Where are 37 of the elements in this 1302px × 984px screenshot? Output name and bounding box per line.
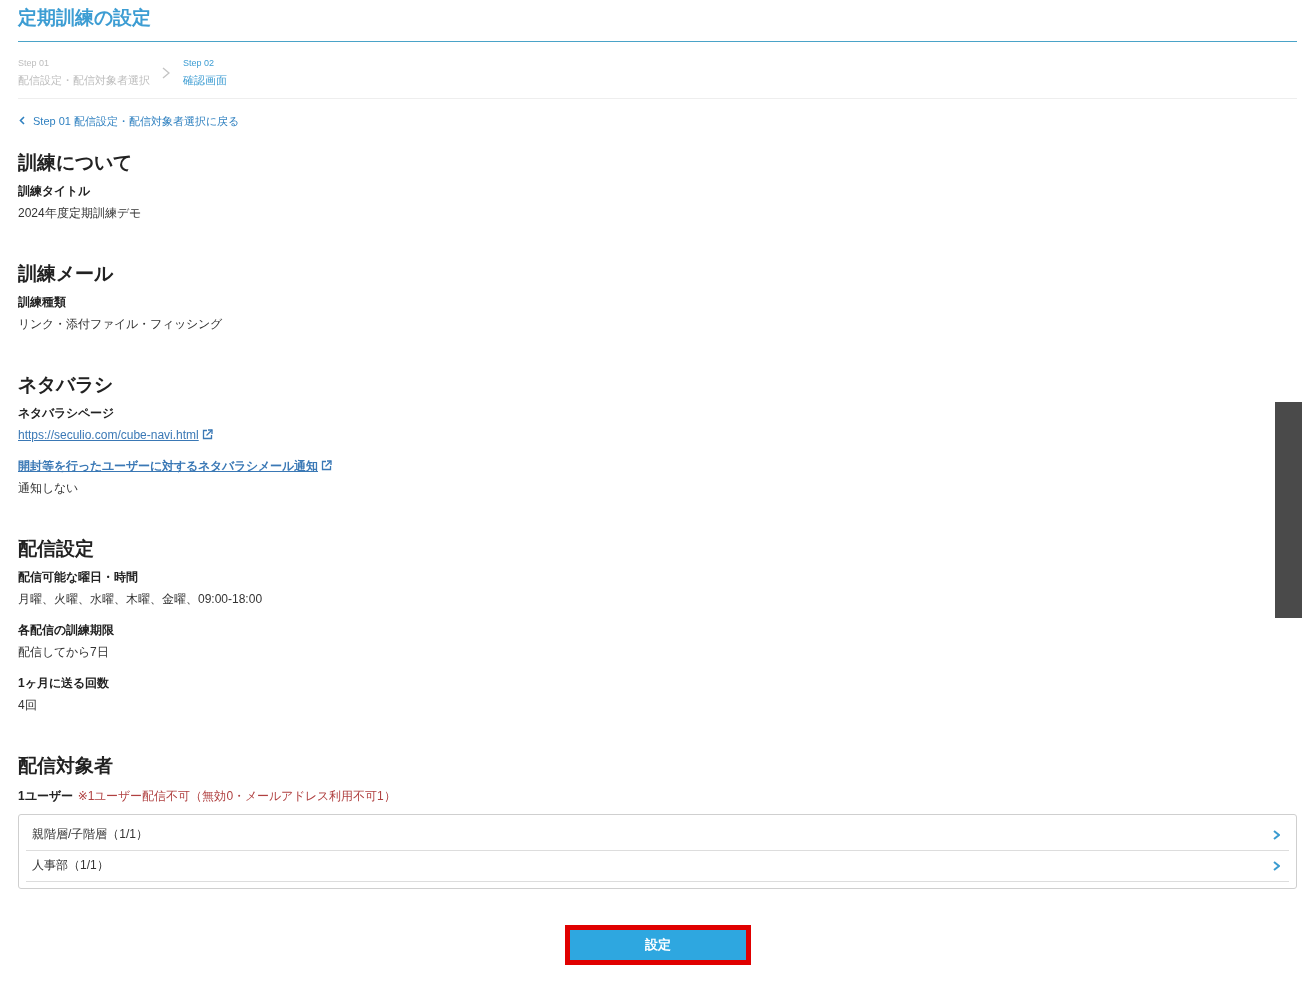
field-label: 各配信の訓練期限	[18, 621, 114, 638]
section-heading: 配信対象者	[18, 753, 113, 778]
warning-note: ※1ユーザー配信不可（無効0・メールアドレス利用不可1）	[77, 788, 396, 803]
external-link-icon	[321, 460, 332, 471]
group-row[interactable]: 親階層/子階層（1/1）	[26, 819, 1289, 851]
field-label: 1ヶ月に送る回数	[18, 674, 109, 691]
notification-link[interactable]: 開封等を行ったユーザーに対するネタバラシメール通知	[18, 457, 332, 474]
field-value: 月曜、火曜、水曜、木曜、金曜、09:00-18:00	[18, 590, 263, 607]
back-link[interactable]: Step 01 配信設定・配信対象者選択に戻る	[18, 113, 239, 128]
section-heading: 訓練について	[18, 150, 132, 175]
chevron-left-icon	[19, 116, 25, 125]
section-heading: 配信設定	[18, 536, 94, 561]
field-value: 2024年度定期訓練デモ	[18, 204, 141, 221]
user-count: 1ユーザー	[18, 788, 73, 803]
page-title: 定期訓練の設定	[18, 6, 151, 30]
field-value: リンク・添付ファイル・フィッシング	[18, 315, 222, 332]
field-label: 配信可能な曜日・時間	[18, 568, 138, 585]
step-number: Step 02	[183, 57, 215, 70]
field-label: 訓練タイトル	[18, 182, 90, 199]
side-tab[interactable]	[1275, 402, 1302, 618]
step-label: 確認画面	[183, 73, 227, 88]
field-value: 4回	[18, 696, 37, 713]
chevron-right-icon	[1273, 829, 1280, 840]
submit-button[interactable]: 設定	[569, 929, 746, 960]
field-label: ネタバラシページ	[18, 404, 114, 421]
field-value: 配信してから7日	[18, 643, 109, 660]
section-heading: ネタバラシ	[18, 372, 113, 397]
section-heading: 訓練メール	[18, 261, 113, 286]
field-label: 訓練種類	[18, 293, 66, 310]
step-number: Step 01	[18, 57, 50, 70]
chevron-right-icon	[1273, 860, 1280, 871]
step-label: 配信設定・配信対象者選択	[18, 73, 150, 88]
url-link[interactable]: https://seculio.com/cube-navi.html	[18, 426, 213, 443]
chevron-right-icon	[162, 67, 170, 79]
group-row[interactable]: 人事部（1/1）	[26, 850, 1289, 882]
external-link-icon	[201, 429, 213, 440]
field-value: 通知しない	[18, 479, 78, 496]
